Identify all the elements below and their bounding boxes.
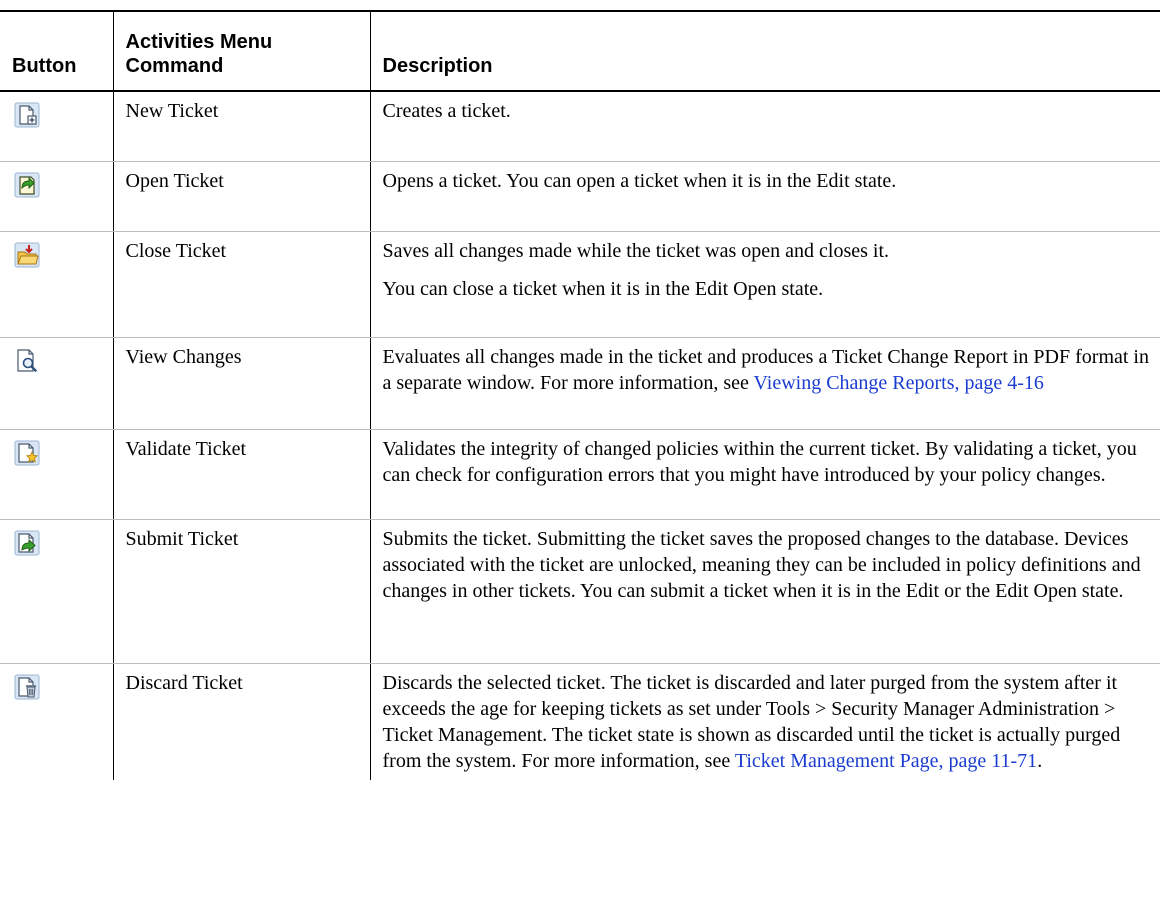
button-cell [0, 231, 113, 338]
description-text: Discards the selected ticket. The ticket… [383, 670, 1151, 774]
table-row: Submit Ticket Submits the ticket. Submit… [0, 519, 1160, 664]
table-row: Validate Ticket Validates the integrity … [0, 429, 1160, 520]
command-cell: Submit Ticket [112, 519, 370, 664]
command-cell: Close Ticket [112, 231, 370, 338]
button-cell [0, 161, 113, 232]
table-row: Discard Ticket Discards the selected tic… [0, 663, 1160, 780]
table-row: View Changes Evaluates all changes made … [0, 337, 1160, 430]
command-cell: Validate Ticket [112, 429, 370, 520]
header-button: Button [0, 10, 113, 92]
close-ticket-icon[interactable] [14, 242, 40, 268]
description-text: Evaluates all changes made in the ticket… [383, 344, 1151, 396]
button-cell [0, 519, 113, 664]
table-header-row: Button Activities Menu Command Descripti… [0, 10, 1160, 92]
description-cell: Discards the selected ticket. The ticket… [369, 663, 1160, 780]
description-cell: Creates a ticket. [369, 91, 1160, 162]
new-ticket-icon[interactable] [14, 102, 40, 128]
button-cell [0, 91, 113, 162]
description-cell: Opens a ticket. You can open a ticket wh… [369, 161, 1160, 232]
description-tail: . [1037, 749, 1043, 772]
table-row: Close Ticket Saves all changes made whil… [0, 231, 1160, 338]
description-text: You can close a ticket when it is in the… [382, 277, 824, 300]
submit-ticket-icon[interactable] [14, 530, 40, 556]
ticket-management-page-link[interactable]: Ticket Management Page, page 11-71 [735, 750, 1037, 772]
command-cell: View Changes [112, 337, 370, 430]
description-text: Creates a ticket. [382, 100, 511, 122]
validate-ticket-icon[interactable] [14, 440, 40, 466]
description-cell: Evaluates all changes made in the ticket… [369, 337, 1160, 430]
discard-ticket-icon[interactable] [14, 674, 40, 700]
viewing-change-reports-link[interactable]: Viewing Change Reports, page 4-16 [754, 372, 1044, 394]
button-cell [0, 429, 113, 520]
description-text: Submits the ticket. Submitting the ticke… [382, 527, 1141, 602]
open-ticket-icon[interactable] [14, 172, 40, 198]
button-cell [0, 337, 113, 430]
header-description: Description [369, 10, 1160, 92]
button-cell [0, 663, 113, 780]
command-cell: Discard Ticket [112, 663, 370, 780]
description-cell: Submits the ticket. Submitting the ticke… [369, 519, 1160, 664]
command-cell: Open Ticket [112, 161, 370, 232]
header-command: Activities Menu Command [112, 10, 370, 92]
description-cell: Saves all changes made while the ticket … [369, 231, 1160, 338]
activities-button-table: Button Activities Menu Command Descripti… [0, 10, 1160, 780]
description-text: Validates the integrity of changed polic… [382, 437, 1137, 486]
table-row: Open Ticket Opens a ticket. You can open… [0, 161, 1160, 232]
description-text: Opens a ticket. You can open a ticket wh… [382, 169, 897, 192]
description-cell: Validates the integrity of changed polic… [369, 429, 1160, 520]
command-cell: New Ticket [112, 91, 370, 162]
table-row: New Ticket Creates a ticket. [0, 91, 1160, 162]
view-changes-icon[interactable] [14, 348, 40, 374]
description-text: Saves all changes made while the ticket … [382, 239, 890, 262]
